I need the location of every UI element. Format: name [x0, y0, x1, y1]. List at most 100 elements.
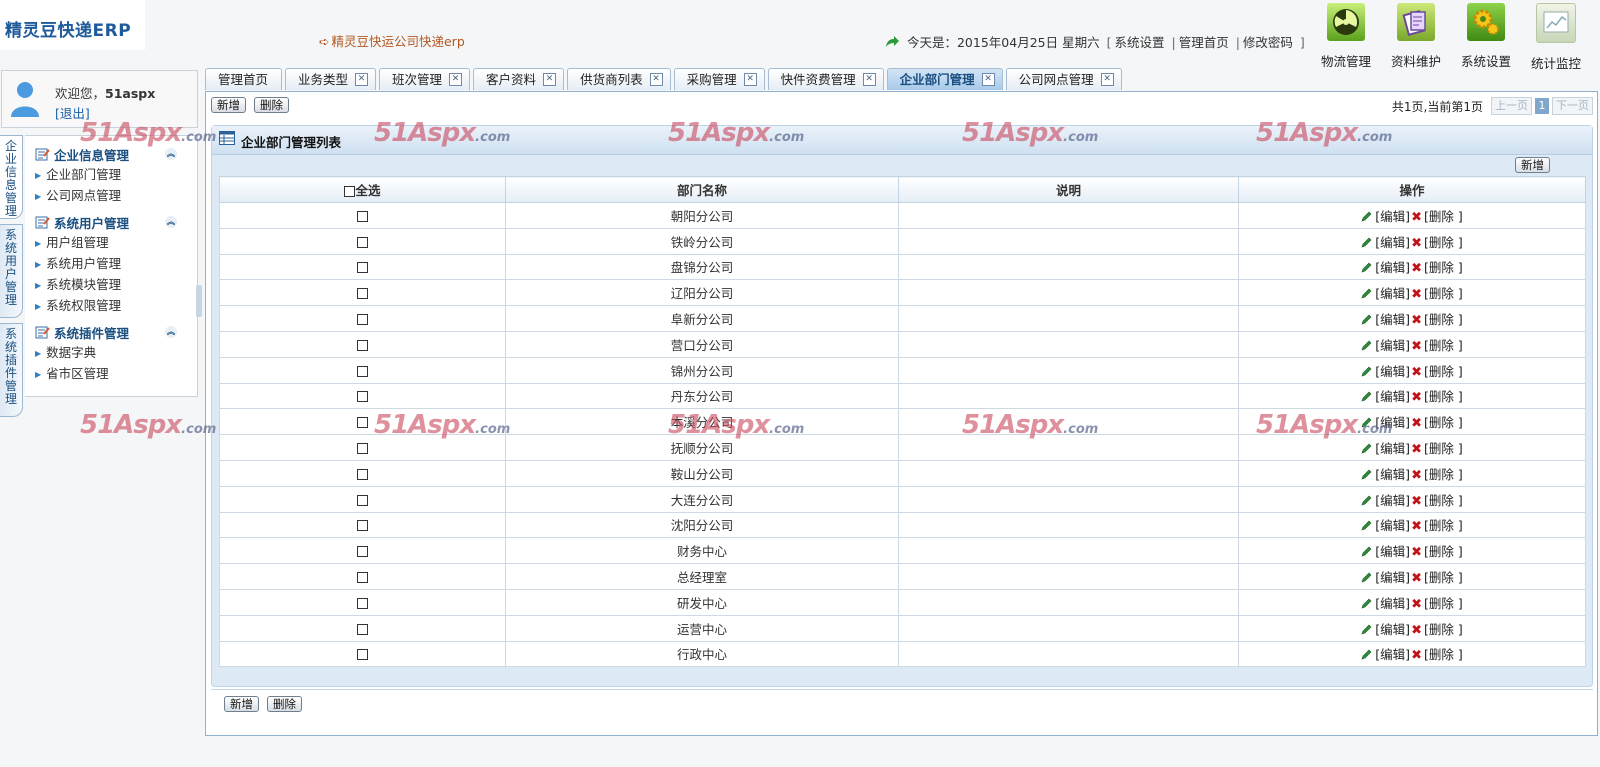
row-checkbox[interactable] — [357, 365, 368, 377]
row-checkbox[interactable] — [357, 572, 368, 584]
row-checkbox[interactable] — [357, 236, 368, 248]
tab-7[interactable]: 企业部门管理 ✕ — [886, 68, 1003, 90]
vtab-system-users[interactable]: 系统用户管理 — [0, 224, 23, 318]
delete-link[interactable]: [删除 ] — [1424, 338, 1463, 353]
delete-link[interactable]: [删除 ] — [1424, 441, 1463, 456]
edit-link[interactable]: [编辑] — [1375, 286, 1410, 301]
row-checkbox[interactable] — [357, 417, 368, 429]
delete-link[interactable]: [删除 ] — [1424, 286, 1463, 301]
delete-link[interactable]: [删除 ] — [1424, 518, 1463, 533]
nav-statistics[interactable]: 统计监控 — [1530, 3, 1582, 72]
edit-link[interactable]: [编辑] — [1375, 647, 1410, 662]
menu-group-enterprise[interactable]: 企业信息管理 ︽ — [25, 144, 197, 164]
edit-link[interactable]: [编辑] — [1375, 415, 1410, 430]
edit-link[interactable]: [编辑] — [1375, 622, 1410, 637]
nav-system-settings[interactable]: 系统设置 — [1460, 3, 1512, 72]
nav-data-maintenance[interactable]: 资料维护 — [1390, 3, 1442, 72]
tab-1[interactable]: 业务类型 ✕ — [285, 68, 377, 90]
edit-link[interactable]: [编辑] — [1375, 209, 1410, 224]
select-all-checkbox[interactable] — [344, 186, 356, 197]
edit-link[interactable]: [编辑] — [1375, 260, 1410, 275]
menu-group-users[interactable]: 系统用户管理 ︽ — [25, 212, 197, 232]
edit-link[interactable]: [编辑] — [1375, 570, 1410, 585]
delete-link[interactable]: [删除 ] — [1424, 544, 1463, 559]
delete-button[interactable]: 删除 — [254, 97, 289, 113]
row-checkbox[interactable] — [357, 546, 368, 558]
tab-8[interactable]: 公司网点管理 ✕ — [1005, 68, 1122, 90]
close-icon[interactable]: ✕ — [543, 73, 557, 86]
collapse-up-icon[interactable]: ︽ — [165, 326, 177, 338]
edit-link[interactable]: [编辑] — [1375, 493, 1410, 508]
vtab-system-plugins[interactable]: 系统插件管理 — [0, 323, 23, 417]
next-page-button[interactable]: 下一页 — [1552, 97, 1593, 115]
collapse-up-icon[interactable]: ︽ — [165, 148, 177, 160]
row-checkbox[interactable] — [357, 468, 368, 480]
delete-link[interactable]: [删除 ] — [1424, 622, 1463, 637]
close-icon[interactable]: ✕ — [862, 73, 876, 86]
nav-logistics[interactable]: 物流管理 — [1320, 3, 1372, 72]
delete-link[interactable]: [删除 ] — [1424, 312, 1463, 327]
tab-2[interactable]: 班次管理 ✕ — [379, 68, 471, 90]
delete-link[interactable]: [删除 ] — [1424, 235, 1463, 250]
tab-4[interactable]: 供货商列表 ✕ — [567, 68, 671, 90]
close-icon[interactable]: ✕ — [981, 73, 995, 86]
edit-link[interactable]: [编辑] — [1375, 389, 1410, 404]
panel-add-button[interactable]: 新增 — [1515, 157, 1550, 173]
delete-link[interactable]: [删除 ] — [1424, 570, 1463, 585]
edit-link[interactable]: [编辑] — [1375, 467, 1410, 482]
menu-item-permission[interactable]: ▶ 系统权限管理 — [25, 295, 197, 316]
delete-button-bottom[interactable]: 删除 — [267, 696, 302, 712]
row-checkbox[interactable] — [357, 649, 368, 661]
edit-link[interactable]: [编辑] — [1375, 235, 1410, 250]
delete-link[interactable]: [删除 ] — [1424, 364, 1463, 379]
row-checkbox[interactable] — [357, 262, 368, 274]
tab-0[interactable]: 管理首页 — [205, 68, 283, 90]
menu-item-branch[interactable]: ▶ 公司网点管理 — [25, 185, 197, 206]
edit-link[interactable]: [编辑] — [1375, 364, 1410, 379]
menu-item-system-user[interactable]: ▶ 系统用户管理 — [25, 253, 197, 274]
menu-item-region[interactable]: ▶ 省市区管理 — [25, 363, 197, 384]
add-button[interactable]: 新增 — [211, 97, 246, 113]
system-settings-link[interactable]: 系统设置 — [1114, 35, 1164, 50]
menu-item-dictionary[interactable]: ▶ 数据字典 — [25, 342, 197, 363]
delete-link[interactable]: [删除 ] — [1424, 647, 1463, 662]
close-icon[interactable]: ✕ — [649, 73, 663, 86]
close-icon[interactable]: ✕ — [1100, 73, 1114, 86]
delete-link[interactable]: [删除 ] — [1424, 260, 1463, 275]
close-icon[interactable]: ✕ — [449, 73, 463, 86]
collapse-up-icon[interactable]: ︽ — [165, 216, 177, 228]
row-checkbox[interactable] — [357, 520, 368, 532]
delete-link[interactable]: [删除 ] — [1424, 209, 1463, 224]
row-checkbox[interactable] — [357, 339, 368, 351]
menu-item-department[interactable]: ▶ 企业部门管理 — [25, 164, 197, 185]
menu-group-plugins[interactable]: 系统插件管理 ︽ — [25, 322, 197, 342]
home-link[interactable]: 管理首页 — [1179, 35, 1229, 50]
delete-link[interactable]: [删除 ] — [1424, 596, 1463, 611]
edit-link[interactable]: [编辑] — [1375, 338, 1410, 353]
delete-link[interactable]: [删除 ] — [1424, 389, 1463, 404]
vtab-enterprise-info[interactable]: 企业信息管理 — [0, 135, 23, 219]
close-icon[interactable]: ✕ — [355, 73, 369, 86]
row-checkbox[interactable] — [357, 494, 368, 506]
change-password-link[interactable]: 修改密码 — [1243, 35, 1293, 50]
edit-link[interactable]: [编辑] — [1375, 441, 1410, 456]
add-button-bottom[interactable]: 新增 — [224, 696, 259, 712]
edit-link[interactable]: [编辑] — [1375, 596, 1410, 611]
row-checkbox[interactable] — [357, 314, 368, 326]
menu-item-module[interactable]: ▶ 系统模块管理 — [25, 274, 197, 295]
logout-link[interactable]: [退出] — [55, 103, 90, 122]
sidebar-splitter[interactable] — [196, 285, 202, 317]
row-checkbox[interactable] — [357, 288, 368, 300]
prev-page-button[interactable]: 上一页 — [1491, 97, 1532, 115]
tab-3[interactable]: 客户资料 ✕ — [473, 68, 565, 90]
edit-link[interactable]: [编辑] — [1375, 312, 1410, 327]
row-checkbox[interactable] — [357, 443, 368, 455]
row-checkbox[interactable] — [357, 210, 368, 222]
close-icon[interactable]: ✕ — [743, 73, 757, 86]
delete-link[interactable]: [删除 ] — [1424, 467, 1463, 482]
delete-link[interactable]: [删除 ] — [1424, 493, 1463, 508]
slogan-link[interactable]: ➪ 精灵豆快运公司快递erp — [319, 31, 465, 50]
delete-link[interactable]: [删除 ] — [1424, 415, 1463, 430]
row-checkbox[interactable] — [357, 623, 368, 635]
menu-item-user-group[interactable]: ▶ 用户组管理 — [25, 232, 197, 253]
